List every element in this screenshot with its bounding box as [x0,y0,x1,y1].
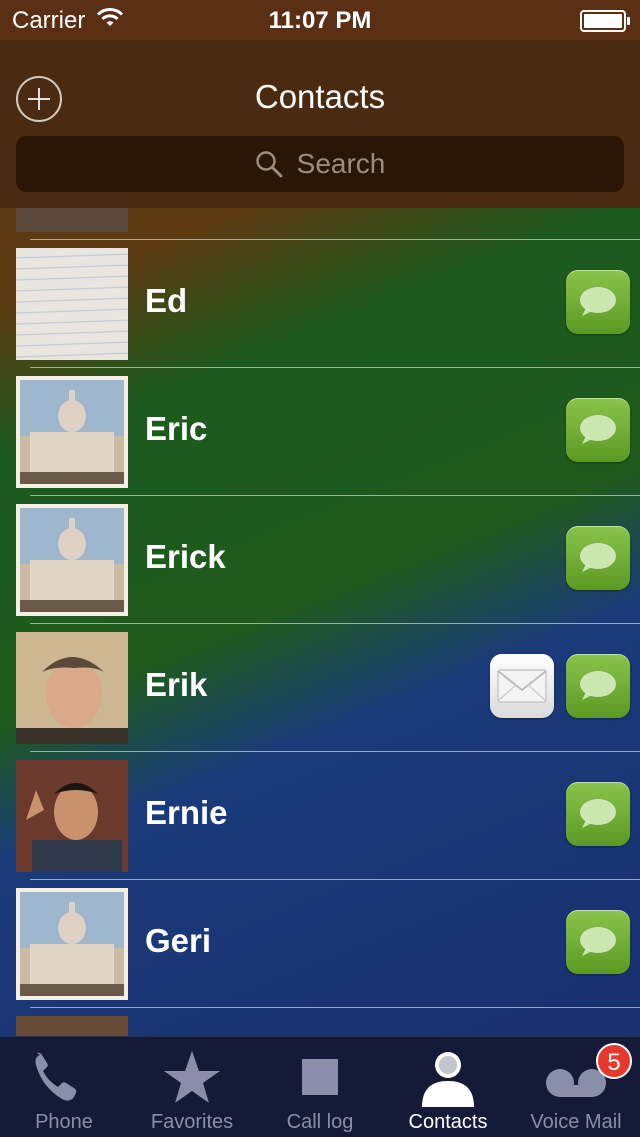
message-button[interactable] [566,526,630,590]
tab-voice-mail[interactable]: 5 Voice Mail [512,1037,640,1137]
square-icon [302,1059,338,1095]
contact-name: Erik [145,666,208,703]
tab-label: Phone [35,1111,93,1133]
tab-contacts[interactable]: Contacts [384,1037,512,1137]
contact-name: Erick [145,538,226,575]
tab-label: Call log [286,1111,354,1133]
list-item-partial[interactable] [0,1008,640,1036]
search-icon [255,151,283,178]
tab-call-log[interactable]: Call log [256,1037,384,1137]
avatar [16,376,128,488]
status-bar: Carrier 11:07 PM [0,0,640,40]
battery-icon [580,10,630,32]
contact-row-geri[interactable]: Geri [0,880,640,1008]
avatar [16,1016,128,1036]
tab-phone[interactable]: Phone [0,1037,128,1137]
speech-bubble-icon [580,543,616,572]
list-item-partial[interactable] [0,208,640,240]
contact-list[interactable]: Ed Eric Erick Erik Ernie Geri [0,208,640,1036]
contact-name: Ernie [145,794,228,831]
contact-row-ed[interactable]: Ed [0,240,640,368]
speech-bubble-icon [580,287,616,316]
tab-label: Voice Mail [530,1111,622,1133]
contact-name: Geri [145,922,212,959]
tab-bar: Phone Favorites Call log Contacts 5 Voic… [0,1036,640,1137]
message-button[interactable] [566,910,630,974]
avatar [16,888,128,1000]
contact-row-eric[interactable]: Eric [0,368,640,496]
avatar [16,760,128,872]
search-placeholder: Search [296,148,386,179]
speech-bubble-icon [580,671,616,700]
contact-row-ernie[interactable]: Ernie [0,752,640,880]
contact-row-erick[interactable]: Erick [0,496,640,624]
search-input[interactable]: Search [16,136,624,192]
page-title: Contacts [254,78,386,115]
message-button[interactable] [566,398,630,462]
phone-icon [35,1052,77,1101]
navigation-bar: Contacts Search [0,40,640,208]
mail-button[interactable] [490,654,554,718]
message-button[interactable] [566,654,630,718]
avatar [16,504,128,616]
contact-row-erik[interactable]: Erik [0,624,640,752]
contact-name: Eric [145,410,208,447]
message-button[interactable] [566,270,630,334]
speech-bubble-icon [580,799,616,828]
tab-label: Contacts [408,1111,488,1133]
voicemail-badge: 5 [596,1043,632,1079]
tab-label: Favorites [150,1111,234,1133]
speech-bubble-icon [580,415,616,444]
message-button[interactable] [566,782,630,846]
clock: 11:07 PM [268,7,372,34]
person-icon [422,1052,474,1107]
avatar [16,248,128,360]
avatar [16,208,128,232]
tab-favorites[interactable]: Favorites [128,1037,256,1137]
star-icon [164,1051,220,1103]
envelope-icon [497,669,547,703]
avatar [16,632,128,744]
contact-name: Ed [145,282,188,319]
speech-bubble-icon [580,927,616,956]
